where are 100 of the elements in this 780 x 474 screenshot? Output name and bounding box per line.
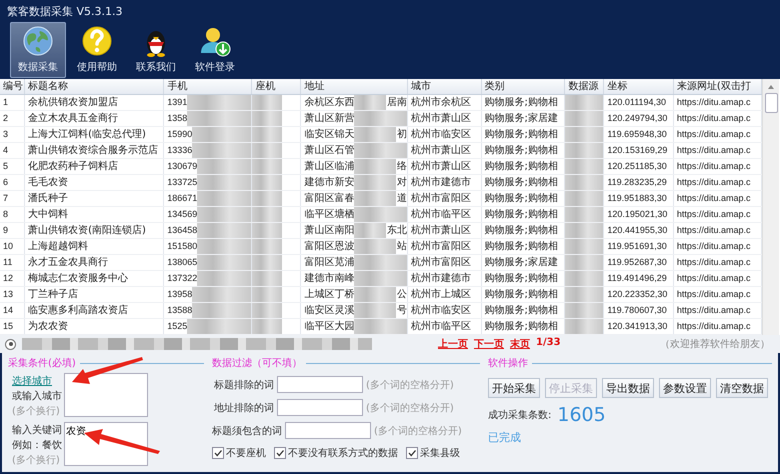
section-title: 数据过滤（可不填） — [212, 356, 302, 370]
table-cell-text: 13588 — [166, 304, 192, 317]
table-cell: https://ditu.amap.c — [673, 254, 762, 270]
keyword-field[interactable]: 农资 — [64, 422, 148, 466]
table-cell: 7 — [0, 190, 25, 206]
table-cell: https://ditu.amap.c — [673, 238, 762, 254]
table-cell: 119.283235,29 — [604, 174, 674, 190]
column-header[interactable]: 手机 — [164, 79, 252, 94]
column-header[interactable]: 标题名称 — [24, 79, 164, 94]
column-header[interactable]: 座机 — [252, 79, 301, 94]
table-cell-text: 富阳区恩波 — [303, 240, 354, 254]
table-cell: 8 — [0, 206, 25, 222]
table-cell: 119.951691,30 — [604, 238, 674, 254]
table-cell: https://ditu.amap.c — [673, 222, 762, 238]
pager-link[interactable]: 下一页 — [474, 337, 504, 351]
table-cell: 大中饲料 — [24, 206, 164, 222]
table-cell: 购物服务;家居建 — [481, 254, 565, 270]
table-cell: 6 — [0, 174, 25, 190]
table-cell: 119.695948,30 — [604, 126, 674, 142]
table-cell-text: 萧山区南阳 — [303, 224, 354, 238]
table-cell: https://ditu.amap.c — [673, 110, 762, 126]
column-header[interactable]: 城市 — [407, 79, 482, 94]
section-title: 软件操作 — [488, 357, 528, 370]
pager-link[interactable]: 末页 — [510, 337, 530, 351]
table-cell: 5 — [0, 158, 25, 174]
table-cell: https://ditu.amap.c — [673, 286, 762, 302]
table-cell: 119.491496,29 — [604, 270, 674, 286]
section-title: 采集条件(必填) — [8, 356, 76, 370]
table-cell: https://ditu.amap.c — [673, 206, 762, 222]
table-cell: 120.251185,30 — [604, 158, 674, 174]
table-cell: 杭州市萧山区 — [407, 110, 482, 126]
toolbar-button[interactable]: 数据采集 — [10, 22, 66, 78]
table-cell: https://ditu.amap.c — [673, 174, 762, 190]
table-cell-text: 137322 — [166, 272, 198, 285]
field-label: (多个换行) — [12, 405, 61, 418]
table-cell: 杭州市萧山区 — [407, 222, 482, 238]
column-header[interactable]: 来源网址(双击打 — [673, 79, 762, 94]
table-cell-text: 136458 — [166, 224, 198, 237]
table-cell: https://ditu.amap.c — [673, 126, 762, 142]
count-value: 1605 — [557, 404, 606, 426]
table-cell: 上海大江饲料(临安总代理) — [24, 126, 164, 142]
toolbar-button[interactable]: 联系我们 — [128, 22, 184, 78]
table-cell: 120.195021,30 — [604, 206, 674, 222]
toolbar-button[interactable]: 软件登录 — [187, 22, 243, 78]
table-cell: 119.952687,30 — [604, 254, 674, 270]
hint-text: (多个词的空格分开) — [366, 378, 454, 392]
table-cell-text: 138065 — [166, 256, 198, 269]
column-header[interactable]: 类别 — [481, 79, 565, 94]
field-label: 输入关键词 — [12, 424, 63, 437]
table-cell-text: 1391 — [166, 96, 188, 109]
toolbar-button[interactable]: 使用帮助 — [69, 22, 125, 78]
column-header[interactable]: 地址 — [300, 79, 408, 94]
table-cell-text: 初 — [396, 128, 406, 142]
table-cell-text: 对 — [396, 176, 406, 190]
column-header[interactable]: 坐标 — [604, 79, 674, 94]
table-cell: 毛毛农资 — [24, 174, 164, 190]
city-link[interactable]: 选择城市 — [12, 374, 64, 388]
table-cell: 14 — [0, 302, 25, 318]
table-cell-text: 133725 — [166, 176, 198, 189]
table-cell-text: 186671 — [166, 192, 198, 205]
table-cell: 杭州市上城区 — [407, 286, 482, 302]
table-cell: 购物服务;购物相 — [481, 286, 565, 302]
table-cell: 购物服务;购物相 — [481, 174, 565, 190]
table-cell: 杭州市建德市 — [407, 174, 482, 190]
table-cell-text: 余杭区东西 — [303, 96, 354, 110]
table-cell: 11 — [0, 254, 25, 270]
table-cell: 化肥农药种子饲料店 — [24, 158, 164, 174]
table-cell-text: 临安区锦天 — [303, 128, 354, 142]
table-cell: 购物服务;家居建 — [481, 110, 565, 126]
table-cell: 120.153169,29 — [604, 142, 674, 158]
table-cell-text: 15990 — [166, 128, 192, 141]
table-cell-text: 萧山区临浦 — [303, 160, 354, 174]
action-button[interactable]: 参数设置 — [659, 378, 711, 398]
hint-text: （欢迎推荐软件给朋友） — [660, 338, 770, 351]
table-cell-text: 1525 — [166, 320, 188, 333]
table-cell: 119.951883,30 — [604, 190, 674, 206]
table-cell: 4 — [0, 142, 25, 158]
action-button[interactable]: 开始采集 — [488, 378, 540, 398]
table-cell: 13 — [0, 286, 25, 302]
table-cell-text: 萧山区石管 — [303, 144, 354, 158]
column-header[interactable]: 数据源 — [564, 79, 604, 94]
status-text: 已完成 — [488, 430, 522, 445]
table-cell-text: 络 — [396, 160, 406, 174]
table-cell-text: 临平区大园 — [303, 320, 354, 334]
table-cell: 9 — [0, 222, 25, 238]
table-cell: 119.780607,30 — [604, 302, 674, 318]
table-cell: 购物服务;购物相 — [481, 238, 565, 254]
action-button[interactable]: 清空数据 — [716, 378, 768, 398]
table-cell: 购物服务;购物相 — [481, 270, 565, 286]
table-cell: 120.249794,30 — [604, 110, 674, 126]
table-cell-text: 130679 — [166, 160, 198, 173]
column-header[interactable]: 编号 — [0, 79, 25, 94]
action-button[interactable]: 导出数据 — [602, 378, 654, 398]
table-cell: 10 — [0, 238, 25, 254]
table-cell: 梅城志仁农资服务中心 — [24, 270, 164, 286]
table-cell-text: 1358 — [166, 112, 188, 125]
table-cell: 120.223352,30 — [604, 286, 674, 302]
pager-link[interactable]: 上一页 — [438, 337, 468, 351]
table-cell-text: 151580 — [166, 240, 198, 253]
table-cell-text: 上城区丁桥 — [303, 288, 354, 302]
